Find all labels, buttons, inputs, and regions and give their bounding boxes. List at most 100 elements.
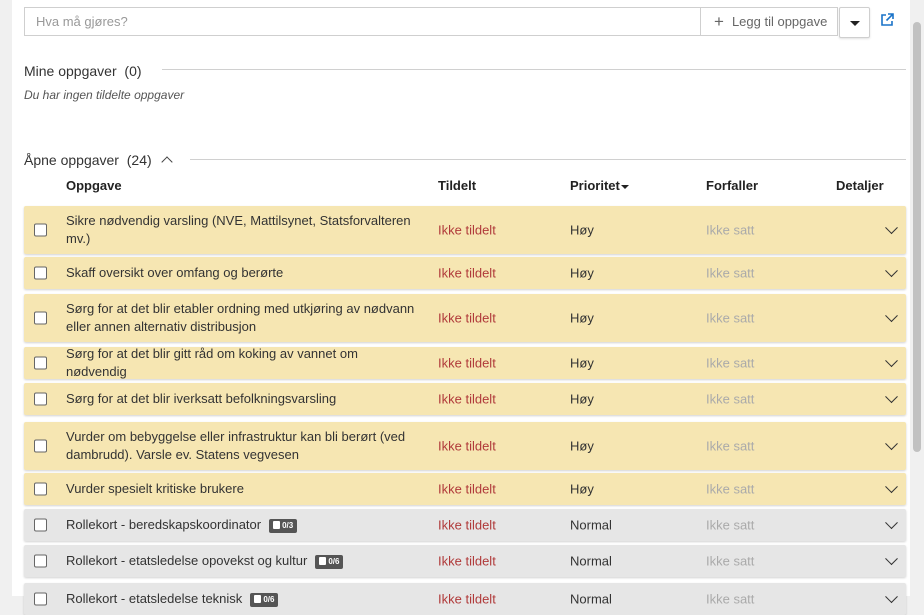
row-checkbox[interactable]: [34, 592, 47, 606]
column-header-details: Detaljer: [836, 178, 884, 193]
assigned-value[interactable]: Ikke tildelt: [438, 518, 496, 533]
priority-value: Normal: [570, 517, 612, 533]
due-value[interactable]: Ikke satt: [706, 223, 754, 238]
task-title[interactable]: Vurder spesielt kritiske brukere: [66, 480, 421, 498]
table-row[interactable]: Rollekort - etatsledelse opovekst og kul…: [24, 545, 906, 577]
assigned-value[interactable]: Ikke tildelt: [438, 311, 496, 326]
due-value[interactable]: Ikke satt: [706, 311, 754, 326]
my-tasks-title: Mine oppgaver: [24, 63, 117, 79]
task-title[interactable]: Rollekort - etatsledelse opovekst og kul…: [66, 552, 421, 570]
assigned-value[interactable]: Ikke tildelt: [438, 392, 496, 407]
subtask-count: 0/3: [282, 521, 294, 530]
subtask-count: 0/6: [263, 595, 275, 604]
table-row[interactable]: Skaff oversikt over omfang og berørte Ikk…: [24, 257, 906, 289]
table-row[interactable]: Sørg for at det blir gitt råd om koking …: [24, 345, 906, 381]
task-title-text: Rollekort - beredskapskoordinator: [66, 517, 262, 532]
table-row[interactable]: Rollekort - etatsledelse teknisk 0/6 Ikke …: [24, 583, 906, 615]
chevron-down-icon[interactable]: [885, 516, 898, 530]
priority-value: Høy: [570, 481, 594, 497]
open-tasks-divider: [190, 159, 906, 160]
my-tasks-empty-text: Du har ingen tildelte oppgaver: [24, 88, 185, 102]
my-tasks-header: Mine oppgaver (0): [24, 63, 142, 79]
clipboard-icon: [319, 557, 327, 565]
subtask-badge: 0/6: [315, 555, 344, 569]
row-checkbox[interactable]: [34, 554, 47, 568]
row-checkbox[interactable]: [34, 266, 47, 280]
task-title-text: Sørg for at det blir etabler ordning med…: [66, 301, 415, 334]
due-value[interactable]: Ikke satt: [706, 266, 754, 281]
table-row[interactable]: Vurder om bebyggelse eller infrastruktur…: [24, 422, 906, 470]
chevron-down-icon[interactable]: [885, 437, 898, 451]
row-checkbox[interactable]: [34, 439, 47, 453]
assigned-value[interactable]: Ikke tildelt: [438, 439, 496, 454]
chevron-down-icon[interactable]: [885, 221, 898, 235]
priority-value: Normal: [570, 553, 612, 569]
table-row[interactable]: Sørg for at det blir etabler ordning med…: [24, 294, 906, 342]
task-title[interactable]: Skaff oversikt over omfang og berørte: [66, 264, 421, 282]
chevron-down-icon[interactable]: [885, 309, 898, 323]
table-row[interactable]: Sørg for at det blir iverksatt befolknin…: [24, 383, 906, 415]
column-header-priority[interactable]: Prioritet: [570, 178, 629, 193]
chevron-up-icon[interactable]: [160, 156, 173, 168]
my-tasks-count: (0): [124, 63, 142, 79]
task-title-text: Skaff oversikt over omfang og berørte: [66, 265, 284, 280]
assigned-value[interactable]: Ikke tildelt: [438, 223, 496, 238]
row-checkbox[interactable]: [34, 311, 47, 325]
add-task-button[interactable]: + Legg til oppgave: [700, 7, 838, 36]
column-header-due: Forfaller: [706, 178, 759, 193]
task-input[interactable]: Hva må gjøres?: [24, 7, 700, 36]
task-title-text: Vurder om bebyggelse eller infrastruktur…: [66, 429, 406, 462]
due-value[interactable]: Ikke satt: [706, 392, 754, 407]
priority-value: Høy: [570, 391, 594, 407]
task-title[interactable]: Vurder om bebyggelse eller infrastruktur…: [66, 428, 421, 464]
due-value[interactable]: Ikke satt: [706, 482, 754, 497]
task-title[interactable]: Rollekort - beredskapskoordinator 0/3: [66, 516, 421, 534]
due-value[interactable]: Ikke satt: [706, 439, 754, 454]
task-title-text: Vurder spesielt kritiske brukere: [66, 481, 244, 496]
subtask-count: 0/6: [328, 557, 340, 566]
scrollbar[interactable]: [910, 0, 924, 596]
due-value[interactable]: Ikke satt: [706, 554, 754, 569]
task-title[interactable]: Sørg for at det blir iverksatt befolknin…: [66, 390, 421, 408]
chevron-down-icon[interactable]: [885, 354, 898, 368]
chevron-down-icon[interactable]: [885, 390, 898, 404]
scrollbar-thumb[interactable]: [913, 22, 921, 452]
priority-value: Høy: [570, 355, 594, 371]
add-options-dropdown-button[interactable]: [839, 7, 870, 38]
row-checkbox[interactable]: [34, 356, 47, 370]
task-title[interactable]: Rollekort - etatsledelse teknisk 0/6: [66, 590, 421, 608]
clipboard-icon: [254, 595, 262, 603]
chevron-down-icon[interactable]: [885, 590, 898, 604]
row-checkbox[interactable]: [34, 482, 47, 496]
task-title[interactable]: Sørg for at det blir etabler ordning med…: [66, 300, 421, 336]
column-header-priority-label: Prioritet: [570, 178, 620, 193]
chevron-down-icon[interactable]: [885, 264, 898, 278]
assigned-value[interactable]: Ikke tildelt: [438, 266, 496, 281]
assigned-value[interactable]: Ikke tildelt: [438, 592, 496, 607]
task-title[interactable]: Sikre nødvendig varsling (NVE, Mattilsyn…: [66, 212, 421, 248]
open-tasks-header[interactable]: Åpne oppgaver (24): [24, 152, 173, 168]
priority-value: Høy: [570, 438, 594, 454]
subtask-badge: 0/3: [269, 519, 298, 533]
table-row[interactable]: Sikre nødvendig varsling (NVE, Mattilsyn…: [24, 206, 906, 254]
chevron-down-icon[interactable]: [885, 552, 898, 566]
column-header-task: Oppgave: [66, 178, 122, 193]
task-title[interactable]: Sørg for at det blir gitt råd om koking …: [66, 345, 421, 381]
due-value[interactable]: Ikke satt: [706, 518, 754, 533]
external-link-icon[interactable]: [879, 12, 895, 28]
due-value[interactable]: Ikke satt: [706, 356, 754, 371]
chevron-down-icon[interactable]: [885, 480, 898, 494]
task-title-text: Sikre nødvendig varsling (NVE, Mattilsyn…: [66, 213, 411, 246]
row-checkbox[interactable]: [34, 392, 47, 406]
table-row[interactable]: Rollekort - beredskapskoordinator 0/3 Ikke…: [24, 509, 906, 541]
assigned-value[interactable]: Ikke tildelt: [438, 482, 496, 497]
priority-value: Normal: [570, 591, 612, 607]
task-title-text: Sørg for at det blir gitt råd om koking …: [66, 346, 358, 379]
assigned-value[interactable]: Ikke tildelt: [438, 554, 496, 569]
priority-value: Høy: [570, 310, 594, 326]
due-value[interactable]: Ikke satt: [706, 592, 754, 607]
row-checkbox[interactable]: [34, 518, 47, 532]
assigned-value[interactable]: Ikke tildelt: [438, 356, 496, 371]
table-row[interactable]: Vurder spesielt kritiske brukere Ikke til…: [24, 473, 906, 505]
row-checkbox[interactable]: [34, 223, 47, 237]
